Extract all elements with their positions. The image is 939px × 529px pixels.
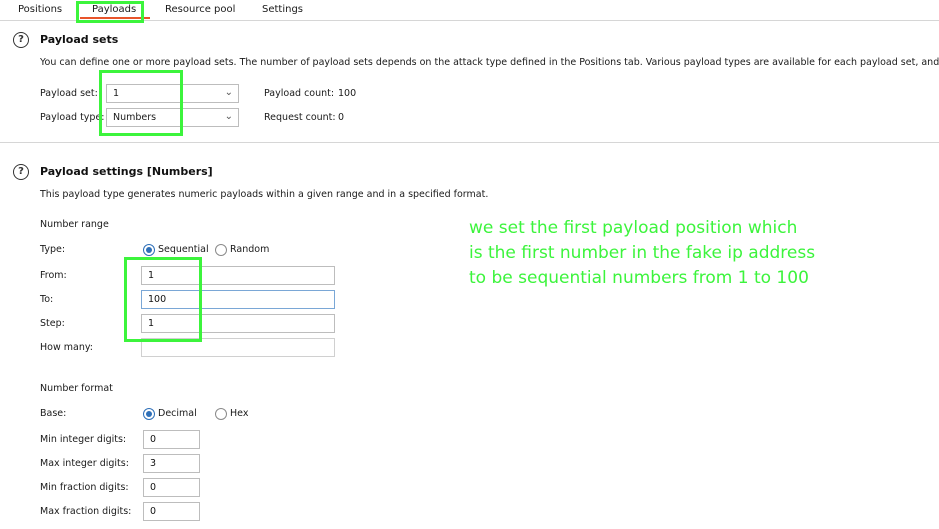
active-tab-underline [80,17,150,19]
payload-set-select[interactable]: 1 ⌄ [106,84,239,103]
min-fraction-digits-label: Min fraction digits: [40,482,129,493]
max-integer-digits-input[interactable]: 3 [143,454,200,473]
annotation-note: we set the first payload position which … [469,218,816,288]
to-input[interactable]: 100 [141,290,335,309]
payload-sets-title: Payload sets [40,33,119,46]
number-range-heading: Number range [40,219,109,230]
request-count-value: 0 [338,112,345,123]
sequential-radio[interactable] [143,244,155,256]
payload-type-value: Numbers [113,112,157,123]
payload-settings-title: Payload settings [Numbers] [40,165,213,178]
decimal-radio[interactable] [143,408,155,420]
random-radio[interactable] [215,244,227,256]
min-integer-digits-label: Min integer digits: [40,434,127,445]
help-icon[interactable]: ? [13,32,29,48]
tab-positions[interactable]: Positions [18,4,62,15]
number-format-heading: Number format [40,383,113,394]
payload-set-label: Payload set: [40,88,98,99]
max-fraction-digits-input[interactable]: 0 [143,502,200,521]
hex-radio[interactable] [215,408,227,420]
max-integer-digits-label: Max integer digits: [40,458,129,469]
chevron-down-icon: ⌄ [224,111,233,122]
hex-label: Hex [230,408,249,419]
payload-sets-description: You can define one or more payload sets.… [40,57,939,68]
to-label: To: [40,294,54,305]
step-label: Step: [40,318,65,329]
section-divider [0,142,939,143]
max-fraction-digits-label: Max fraction digits: [40,506,132,517]
base-label: Base: [40,408,67,419]
tab-payloads[interactable]: Payloads [92,4,136,15]
min-fraction-digits-input[interactable]: 0 [143,478,200,497]
tab-resource-pool[interactable]: Resource pool [165,4,235,15]
decimal-label: Decimal [158,408,197,419]
from-label: From: [40,270,67,281]
sequential-label: Sequential [158,244,209,255]
tab-settings[interactable]: Settings [262,4,303,15]
min-integer-digits-input[interactable]: 0 [143,430,200,449]
payload-count-label: Payload count: [264,88,335,99]
random-label: Random [230,244,270,255]
how-many-input[interactable] [141,338,335,357]
payload-type-select[interactable]: Numbers ⌄ [106,108,239,127]
chevron-down-icon: ⌄ [224,87,233,98]
step-input[interactable]: 1 [141,314,335,333]
payload-settings-description: This payload type generates numeric payl… [40,189,489,200]
from-input[interactable]: 1 [141,266,335,285]
how-many-label: How many: [40,342,93,353]
payload-type-label: Payload type: [40,112,105,123]
range-type-label: Type: [40,244,66,255]
request-count-label: Request count: [264,112,336,123]
help-icon[interactable]: ? [13,164,29,180]
payload-count-value: 100 [338,88,357,99]
tab-bar: Positions Payloads Resource pool Setting… [0,0,939,21]
payload-set-value: 1 [113,88,120,99]
